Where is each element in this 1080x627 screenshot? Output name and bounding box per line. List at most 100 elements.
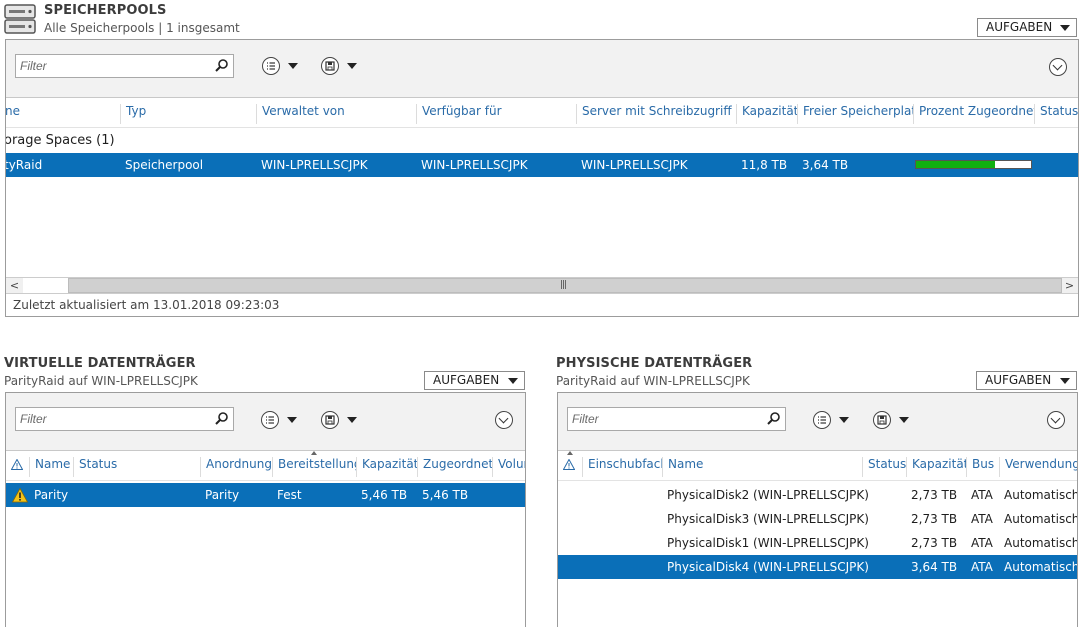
pdisk-name: PhysicalDisk1 (WIN-LPRELLSCJPK) (667, 536, 869, 550)
physical-filter-input[interactable]: Filter (567, 407, 786, 431)
pools-horizontal-scrollbar[interactable]: < ||| > (6, 277, 1078, 294)
save-icon (873, 411, 891, 429)
table-row[interactable]: tyRaid Speicherpool WIN-LPRELLSCJPK WIN-… (6, 153, 1078, 177)
pool-managed-by: WIN-LPRELLSCJPK (261, 158, 368, 172)
table-row[interactable]: PhysicalDisk2 (WIN-LPRELLSCJPK) 2,73 TB … (558, 483, 1077, 507)
pools-toolbar: Filter (6, 40, 1078, 98)
save-icon (321, 411, 339, 429)
virtual-save-query-button[interactable] (321, 410, 361, 430)
vdisk-capacity: 5,46 TB (361, 488, 408, 502)
col-free-space[interactable]: Freier Speicherplatz (797, 104, 913, 124)
vdisk-name: Parity (34, 488, 69, 502)
pools-table-header: ne Typ Verwaltet von Verfügbar für Serve… (6, 98, 1078, 128)
pdisk-name: PhysicalDisk4 (WIN-LPRELLSCJPK) (667, 560, 869, 574)
chevron-down-icon (1060, 378, 1070, 384)
col-name[interactable]: ne (6, 104, 121, 124)
physical-tasks-button[interactable]: AUFGABEN (976, 371, 1077, 390)
scroll-track-left[interactable] (23, 278, 68, 293)
search-icon[interactable] (214, 411, 229, 426)
virtual-tasks-label: AUFGABEN (433, 373, 500, 387)
col-rw-server[interactable]: Server mit Schreibzugriff (576, 104, 736, 124)
list-options-icon (262, 57, 280, 75)
virtual-expand-icon[interactable] (495, 411, 513, 429)
pools-filter-placeholder: Filter (20, 59, 47, 73)
search-icon[interactable] (214, 58, 229, 73)
col-warning-icon[interactable] (558, 457, 582, 477)
col-name[interactable]: Name (29, 457, 73, 477)
pdisk-usage: Automatisch (1004, 488, 1078, 502)
physical-save-query-button[interactable] (873, 410, 913, 430)
col-warning-icon[interactable] (6, 457, 30, 477)
col-type[interactable]: Typ (120, 104, 256, 124)
pools-view-options-button[interactable] (262, 56, 302, 76)
table-row[interactable]: PhysicalDisk1 (WIN-LPRELLSCJPK) 2,73 TB … (558, 531, 1077, 555)
list-options-icon (261, 411, 279, 429)
col-status[interactable]: Status (73, 457, 200, 477)
col-status[interactable]: Status (1034, 104, 1078, 124)
pools-subtitle: Alle Speicherpools | 1 insgesamt (44, 21, 240, 35)
virtual-table-header: Name Status Anordnung Bereitstellung Kap… (6, 451, 525, 481)
physical-expand-icon[interactable] (1047, 411, 1065, 429)
sort-ascending-icon (567, 451, 573, 455)
col-provisioning[interactable]: Bereitstellung (272, 457, 356, 477)
grip-icon: ||| (560, 280, 567, 290)
col-capacity[interactable]: Kapazität (906, 457, 966, 477)
pdisk-name: PhysicalDisk2 (WIN-LPRELLSCJPK) (667, 488, 869, 502)
col-allocated[interactable]: Zugeordnet (417, 457, 492, 477)
search-icon[interactable] (766, 411, 781, 426)
col-name[interactable]: Name (662, 457, 862, 477)
virtual-title: VIRTUELLE DATENTRÄGER (4, 356, 196, 371)
pools-filter-input[interactable]: Filter (15, 54, 234, 78)
physical-toolbar: Filter (558, 393, 1077, 451)
pools-save-query-button[interactable] (321, 56, 361, 76)
col-status[interactable]: Status (862, 457, 906, 477)
allocation-progress-fill (916, 161, 996, 168)
col-available-to[interactable]: Verfügbar für (416, 104, 576, 124)
col-volume[interactable]: Volum (492, 457, 525, 477)
scroll-thumb[interactable]: ||| (68, 278, 1062, 293)
virtual-panel: Filter Name Status Anordnung Bereitstell… (5, 392, 526, 627)
physical-title: PHYSISCHE DATENTRÄGER (556, 356, 753, 371)
virtual-filter-input[interactable]: Filter (15, 407, 234, 431)
list-options-icon (813, 411, 831, 429)
pools-tasks-button[interactable]: AUFGABEN (977, 18, 1077, 37)
table-row[interactable]: PhysicalDisk4 (WIN-LPRELLSCJPK) 3,64 TB … (558, 555, 1077, 579)
physical-subtitle: ParityRaid auf WIN-LPRELLSCJPK (556, 374, 750, 388)
physical-view-options-button[interactable] (813, 410, 853, 430)
pools-group-header[interactable]: orage Spaces (1) (6, 133, 115, 148)
col-managed-by[interactable]: Verwaltet von (256, 104, 416, 124)
col-bus[interactable]: Bus (966, 457, 999, 477)
col-layout[interactable]: Anordnung (200, 457, 272, 477)
virtual-tasks-button[interactable]: AUFGABEN (424, 371, 525, 390)
pool-rw-server: WIN-LPRELLSCJPK (581, 158, 688, 172)
vdisk-allocated: 5,46 TB (422, 488, 469, 502)
scroll-left-icon[interactable]: < (6, 278, 23, 293)
col-percent-allocated[interactable]: Prozent Zugeordnet (913, 104, 1034, 124)
pools-title: SPEICHERPOOLS (44, 3, 167, 18)
pdisk-name: PhysicalDisk3 (WIN-LPRELLSCJPK) (667, 512, 869, 526)
table-row[interactable]: Parity Parity Fest 5,46 TB 5,46 TB (6, 483, 525, 507)
pdisk-capacity: 2,73 TB (911, 536, 958, 550)
pdisk-capacity: 2,73 TB (911, 512, 958, 526)
chevron-down-icon (839, 417, 849, 423)
col-usage[interactable]: Verwendung (999, 457, 1077, 477)
virtual-filter-placeholder: Filter (20, 412, 47, 426)
chevron-down-icon (508, 378, 518, 384)
allocation-progress-bar (915, 160, 1032, 169)
chevron-down-icon (347, 417, 357, 423)
storage-pool-icon (4, 4, 36, 34)
pools-last-updated: Zuletzt aktualisiert am 13.01.2018 09:23… (13, 298, 280, 312)
col-capacity[interactable]: Kapazität (736, 104, 797, 124)
col-capacity[interactable]: Kapazität (356, 457, 417, 477)
table-row[interactable]: PhysicalDisk3 (WIN-LPRELLSCJPK) 2,73 TB … (558, 507, 1077, 531)
pools-expand-icon[interactable] (1049, 58, 1067, 76)
pdisk-capacity: 3,64 TB (911, 560, 958, 574)
col-bay[interactable]: Einschubfach (582, 457, 662, 477)
physical-tasks-label: AUFGABEN (985, 373, 1052, 387)
vdisk-layout: Parity (205, 488, 240, 502)
scroll-right-icon[interactable]: > (1061, 278, 1078, 293)
pool-available-to: WIN-LPRELLSCJPK (421, 158, 528, 172)
server-manager-storage-view: SPEICHERPOOLS Alle Speicherpools | 1 ins… (0, 0, 1080, 627)
virtual-view-options-button[interactable] (261, 410, 301, 430)
sort-ascending-icon (311, 451, 317, 455)
